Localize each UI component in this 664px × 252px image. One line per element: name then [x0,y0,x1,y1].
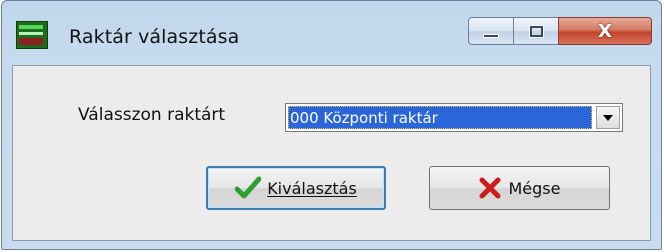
cancel-button[interactable]: Mégse [429,166,610,210]
minimize-button[interactable] [468,17,514,45]
warehouse-label: Válasszon raktárt [78,105,226,125]
dropdown-button[interactable] [596,106,620,129]
warehouse-select-value[interactable]: 000 Központi raktár [288,106,592,129]
close-icon: X [598,20,612,42]
warehouse-app-icon [16,21,48,49]
select-button[interactable]: Kiválasztás [206,166,386,210]
minimize-icon [483,34,499,38]
x-icon [479,177,500,199]
select-button-label: Kiválasztás [267,178,357,198]
checkmark-icon [235,176,262,199]
maximize-icon [530,26,543,37]
dialog-window: Raktár választása X Válasszon raktárt 00… [1,0,662,250]
dialog-content: Válasszon raktárt 000 Központi raktár Ki… [12,65,651,241]
cancel-button-label: Mégse [508,178,561,198]
window-title: Raktár választása [69,26,240,48]
caption-buttons: X [468,17,652,47]
warehouse-select[interactable]: 000 Központi raktár [285,103,623,132]
maximize-button[interactable] [513,17,559,45]
chevron-down-icon [603,115,613,121]
close-button[interactable]: X [558,17,652,45]
